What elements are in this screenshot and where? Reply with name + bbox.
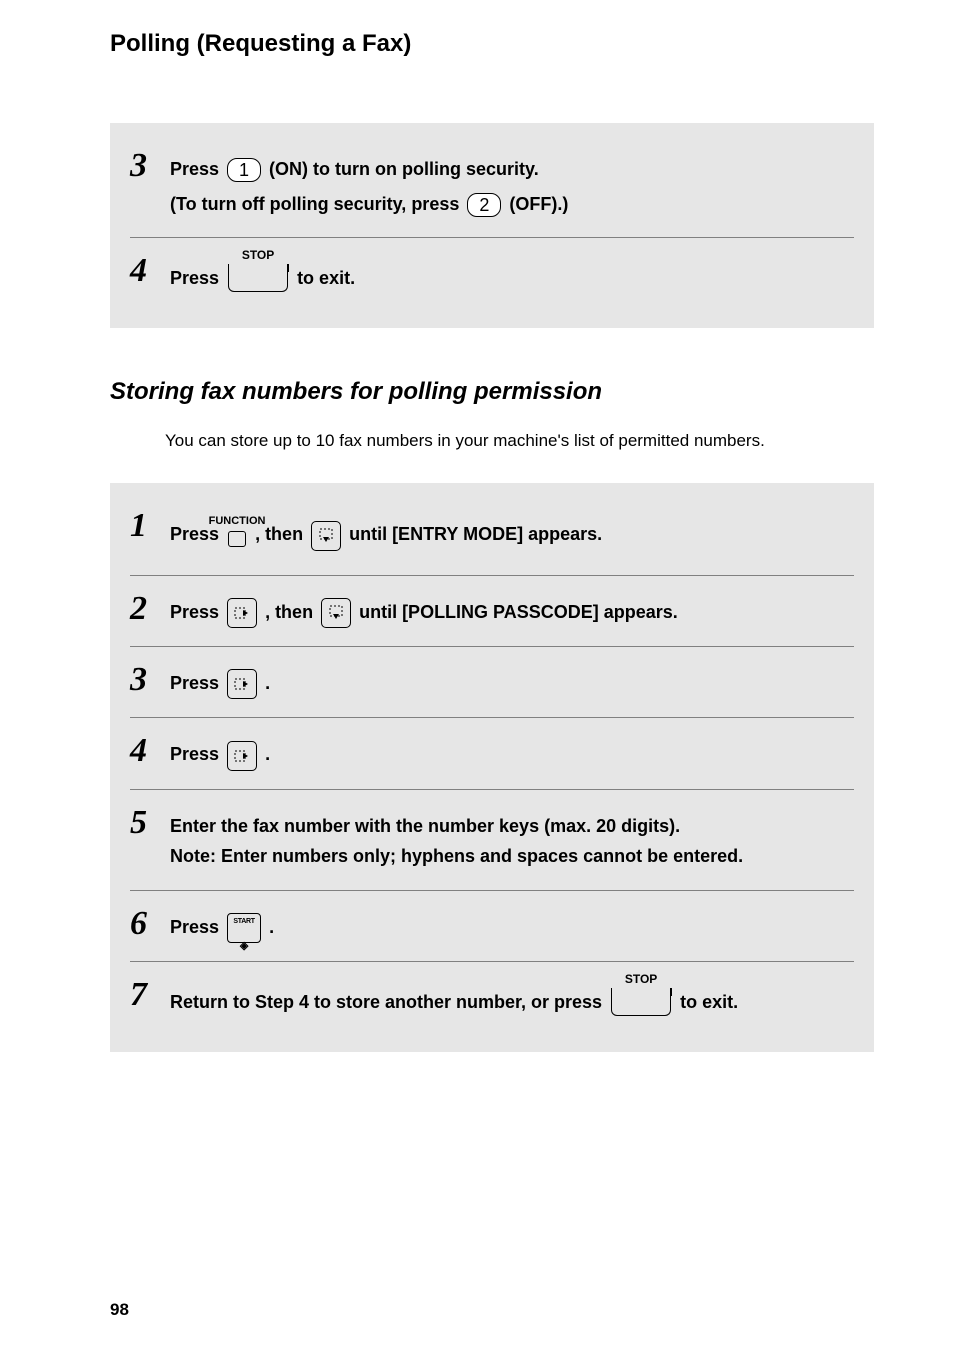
- step-number: 6: [130, 907, 170, 941]
- text: Press: [170, 917, 224, 937]
- function-label: FUNCTION: [209, 512, 266, 531]
- text: Return to Step 4 to store another number…: [170, 992, 607, 1012]
- step-number: 3: [130, 663, 170, 697]
- page-number: 98: [110, 1300, 129, 1320]
- step-block-a: 3 Press 1 (ON) to turn on polling securi…: [110, 123, 874, 328]
- step-body: Enter the fax number with the number key…: [170, 808, 743, 872]
- step-body: Press 1 (ON) to turn on polling security…: [170, 151, 568, 219]
- start-button-icon: START ◈: [227, 913, 261, 943]
- text: (OFF).): [504, 194, 568, 214]
- stepB-7: 7 Return to Step 4 to store another numb…: [130, 961, 854, 1042]
- step-line2: (To turn off polling security, press 2 (…: [170, 189, 568, 220]
- step-body: Press START ◈ .: [170, 909, 274, 943]
- text: (To turn off polling security, press: [170, 194, 464, 214]
- step-body: Press FUNCTION , then until [ENTRY MODE]…: [170, 511, 602, 557]
- stepB-6: 6 Press START ◈ .: [130, 890, 854, 961]
- text: to exit.: [680, 992, 738, 1012]
- text: until [POLLING PASSCODE] appears.: [359, 602, 678, 622]
- step-body: Press .: [170, 665, 270, 699]
- text: Note: Enter numbers only; hyphens and sp…: [170, 841, 743, 872]
- diamond-icon: ◈: [240, 940, 248, 952]
- key-2-icon: 2: [467, 193, 501, 217]
- function-button-icon: FUNCTION: [228, 514, 246, 557]
- stepB-5: 5 Enter the fax number with the number k…: [130, 789, 854, 890]
- stepB-1: 1 Press FUNCTION , then until [ENTRY MOD…: [130, 493, 854, 575]
- down-arrow-icon: [321, 598, 351, 628]
- text: .: [265, 744, 270, 764]
- down-arrow-icon: [311, 521, 341, 551]
- text: Enter the fax number with the number key…: [170, 811, 743, 842]
- step-number: 7: [130, 978, 170, 1012]
- step-number: 2: [130, 592, 170, 626]
- start-label: START: [228, 916, 260, 928]
- step-number: 1: [130, 509, 170, 543]
- right-arrow-icon: [227, 669, 257, 699]
- text: Press: [170, 159, 224, 179]
- stepA-4: 4 Press STOP to exit.: [130, 237, 854, 318]
- text: .: [265, 673, 270, 693]
- stepB-4: 4 Press .: [130, 717, 854, 788]
- stepB-3: 3 Press .: [130, 646, 854, 717]
- step-block-b: 1 Press FUNCTION , then until [ENTRY MOD…: [110, 483, 874, 1051]
- step-number: 4: [130, 734, 170, 768]
- stop-button-icon: STOP: [611, 983, 671, 1024]
- text: until [ENTRY MODE] appears.: [349, 524, 602, 544]
- text: Press: [170, 673, 224, 693]
- step-number: 5: [130, 806, 170, 840]
- step-body: Press , then until [POLLING PASSCODE] ap…: [170, 594, 678, 628]
- step-number: 4: [130, 254, 170, 288]
- text: .: [269, 917, 274, 937]
- step-body: Return to Step 4 to store another number…: [170, 980, 738, 1024]
- step-body: Press STOP to exit.: [170, 256, 355, 300]
- subsection-heading: Storing fax numbers for polling permissi…: [110, 378, 874, 406]
- text: to exit.: [297, 268, 355, 288]
- text: Press: [170, 602, 224, 622]
- key-1-icon: 1: [227, 158, 261, 182]
- right-arrow-icon: [227, 598, 257, 628]
- intro-paragraph: You can store up to 10 fax numbers in yo…: [165, 428, 765, 454]
- stop-label: STOP: [240, 245, 276, 265]
- stop-button-icon: STOP: [228, 259, 288, 300]
- text: Press: [170, 744, 224, 764]
- text: (ON) to turn on polling security.: [264, 159, 539, 179]
- stepB-2: 2 Press , then until [POLLING PASSCODE] …: [130, 575, 854, 646]
- stop-label: STOP: [623, 969, 659, 989]
- stepA-3: 3 Press 1 (ON) to turn on polling securi…: [130, 133, 854, 237]
- step-line1: Press 1 (ON) to turn on polling security…: [170, 154, 568, 185]
- text: Press: [170, 268, 224, 288]
- step-body: Press .: [170, 736, 270, 770]
- page-container: Polling (Requesting a Fax) 3 Press 1 (ON…: [0, 0, 954, 1352]
- step-number: 3: [130, 149, 170, 183]
- page-title: Polling (Requesting a Fax): [110, 30, 874, 58]
- text: , then: [265, 602, 318, 622]
- right-arrow-icon: [227, 741, 257, 771]
